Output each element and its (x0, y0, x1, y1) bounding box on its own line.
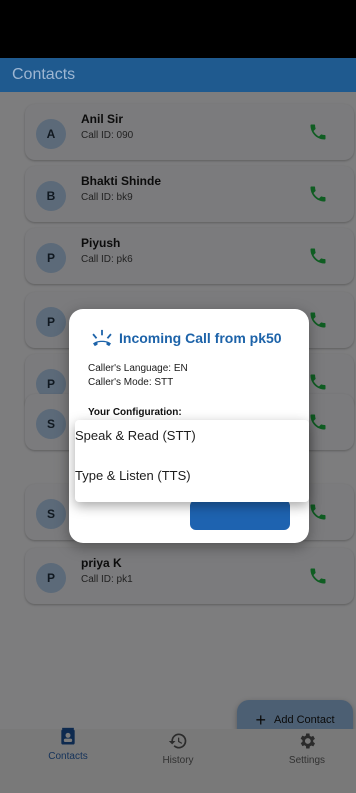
avatar: P (36, 243, 66, 273)
menu-item-tts[interactable]: Type & Listen (TTS) (75, 460, 309, 494)
phone-icon[interactable] (308, 412, 328, 432)
contact-call-id: Call ID: bk9 (81, 192, 133, 203)
ringing-phone-icon (92, 329, 112, 347)
phone-icon[interactable] (308, 184, 328, 204)
contact-name: priya K (81, 556, 122, 570)
contact-card[interactable]: B Bhakti Shinde Call ID: bk9 (25, 166, 354, 222)
menu-item-label: Type & Listen (TTS) (75, 468, 191, 483)
history-icon (168, 733, 187, 749)
gear-icon (300, 733, 315, 749)
nav-label: Contacts (48, 751, 88, 762)
app-bar: Contacts (0, 58, 356, 92)
nav-history[interactable]: History (128, 729, 228, 793)
contact-call-id: Call ID: pk6 (81, 254, 133, 265)
nav-label: History (162, 755, 194, 766)
contact-card[interactable]: P priya K Call ID: pk1 (25, 548, 354, 604)
status-bar (0, 0, 356, 58)
phone-icon[interactable] (308, 372, 328, 392)
add-contact-label: Add Contact (273, 714, 335, 726)
mode-dropdown-menu: Speak & Read (STT) Type & Listen (TTS) (75, 420, 309, 502)
contact-call-id: Call ID: pk1 (81, 574, 133, 585)
avatar: S (36, 409, 66, 439)
contact-name: Piyush (81, 236, 121, 250)
phone-icon[interactable] (308, 310, 328, 330)
phone-icon[interactable] (308, 566, 328, 586)
contact-call-id: Call ID: 090 (81, 130, 134, 141)
contact-card[interactable]: A Anil Sir Call ID: 090 (25, 104, 354, 160)
accept-button[interactable] (190, 500, 290, 530)
plus-icon: + (255, 710, 266, 730)
contacts-icon (61, 727, 75, 745)
contact-name: Anil Sir (81, 112, 124, 126)
page-title: Contacts (12, 66, 76, 83)
caller-language: Caller's Language: EN (88, 363, 188, 374)
avatar: A (36, 119, 66, 149)
menu-item-label: Speak & Read (STT) (75, 428, 196, 443)
nav-settings[interactable]: Settings (257, 729, 356, 793)
nav-label: Settings (288, 755, 326, 766)
contact-card[interactable]: P Piyush Call ID: pk6 (25, 228, 354, 284)
avatar: P (36, 307, 66, 337)
caller-mode: Caller's Mode: STT (88, 377, 174, 388)
phone-icon[interactable] (308, 502, 328, 522)
avatar: S (36, 499, 66, 529)
nav-contacts[interactable]: Contacts (18, 727, 118, 793)
avatar: B (36, 181, 66, 211)
avatar: P (36, 563, 66, 593)
dialog-title: Incoming Call from pk50 (91, 329, 282, 347)
contact-name: Bhakti Shinde (81, 174, 162, 188)
phone-icon[interactable] (308, 122, 328, 142)
dialog-title-text: Incoming Call from pk50 (119, 330, 282, 346)
bottom-navigation: Contacts History Settings (0, 727, 356, 793)
your-configuration-label: Your Configuration: (88, 407, 182, 418)
menu-item-stt[interactable]: Speak & Read (STT) (75, 420, 309, 454)
phone-icon[interactable] (308, 246, 328, 266)
